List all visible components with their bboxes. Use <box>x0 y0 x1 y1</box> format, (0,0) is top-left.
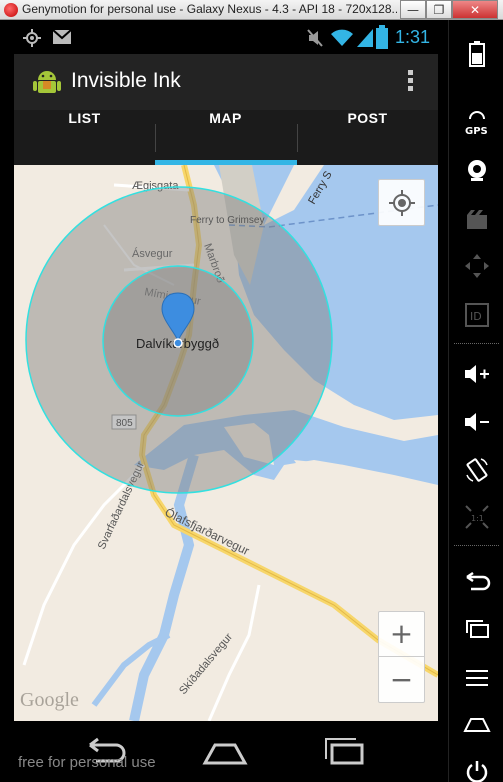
wifi-icon <box>330 26 354 52</box>
power-icon[interactable] <box>449 752 503 782</box>
signal-icon <box>356 26 374 52</box>
mute-icon <box>306 28 324 52</box>
genymotion-app-icon <box>4 3 18 17</box>
tab-map[interactable]: MAP <box>155 110 296 165</box>
genymotion-side-panel: GPS ID 1:1 <box>448 20 503 782</box>
panel-divider <box>454 545 499 546</box>
battery-icon[interactable] <box>449 34 503 74</box>
android-app-icon <box>32 67 62 97</box>
map-view[interactable]: Ægisgata Ferry to Grimsey Ferry S Ásvegu… <box>14 165 438 721</box>
gps-target-icon <box>22 28 42 52</box>
overflow-menu-icon[interactable] <box>408 70 414 94</box>
pixel-perfect-icon: 1:1 <box>449 497 503 537</box>
android-status-bar: 1:31 <box>14 22 438 54</box>
window-title: Genymotion for personal use - Galaxy Nex… <box>22 2 397 16</box>
window-title-bar: Genymotion for personal use - Galaxy Nex… <box>0 0 503 20</box>
status-clock: 1:31 <box>394 27 430 47</box>
gps-icon[interactable]: GPS <box>449 102 503 142</box>
close-window-button[interactable]: ✕ <box>452 0 498 19</box>
battery-status-icon <box>376 25 388 53</box>
menu-icon[interactable] <box>449 658 503 698</box>
tab-bar: LIST MAP POST <box>14 110 438 165</box>
action-bar: Invisible Ink <box>14 54 438 110</box>
gmail-icon <box>52 29 72 49</box>
panel-home-icon[interactable] <box>449 705 503 745</box>
panel-divider <box>454 343 499 344</box>
tab-post[interactable]: POST <box>297 110 438 165</box>
panel-recent-apps-icon[interactable] <box>449 609 503 649</box>
device-id-icon: ID <box>449 295 503 335</box>
zoom-out-button[interactable]: − <box>379 658 424 703</box>
webcam-icon[interactable] <box>449 150 503 190</box>
android-nav-bar <box>0 721 448 782</box>
maximize-button[interactable]: ❐ <box>426 0 452 19</box>
label-olafsfjardarvegur: Ólafsfjarðarvegur <box>163 504 252 558</box>
location-marker-dot <box>173 338 183 348</box>
tab-list[interactable]: LIST <box>14 110 155 165</box>
video-capture-icon <box>449 200 503 240</box>
label-skidadalsvegur: Skíðadalsvegur <box>177 631 235 697</box>
pixel-perfect-label: 1:1 <box>471 514 484 523</box>
minimize-button[interactable]: — <box>400 0 426 19</box>
zoom-controls: + − <box>378 611 425 703</box>
watermark: free for personal use <box>18 754 156 771</box>
remote-control-icon <box>449 246 503 286</box>
device-id-label: ID <box>470 310 482 323</box>
gps-label: GPS <box>465 126 488 137</box>
zoom-in-button[interactable]: + <box>379 612 424 657</box>
volume-up-icon[interactable] <box>449 354 503 394</box>
panel-back-icon[interactable] <box>449 561 503 601</box>
rotate-icon[interactable] <box>449 450 503 490</box>
my-location-button[interactable] <box>378 179 425 226</box>
google-attribution: Google <box>20 689 79 711</box>
crosshair-icon <box>389 190 415 216</box>
app-title: Invisible Ink <box>71 69 181 92</box>
map-canvas: Ægisgata Ferry to Grimsey Ferry S Ásvegu… <box>22 165 438 721</box>
recent-apps-icon[interactable] <box>320 733 370 769</box>
volume-down-icon[interactable] <box>449 402 503 442</box>
home-icon[interactable] <box>200 733 250 769</box>
